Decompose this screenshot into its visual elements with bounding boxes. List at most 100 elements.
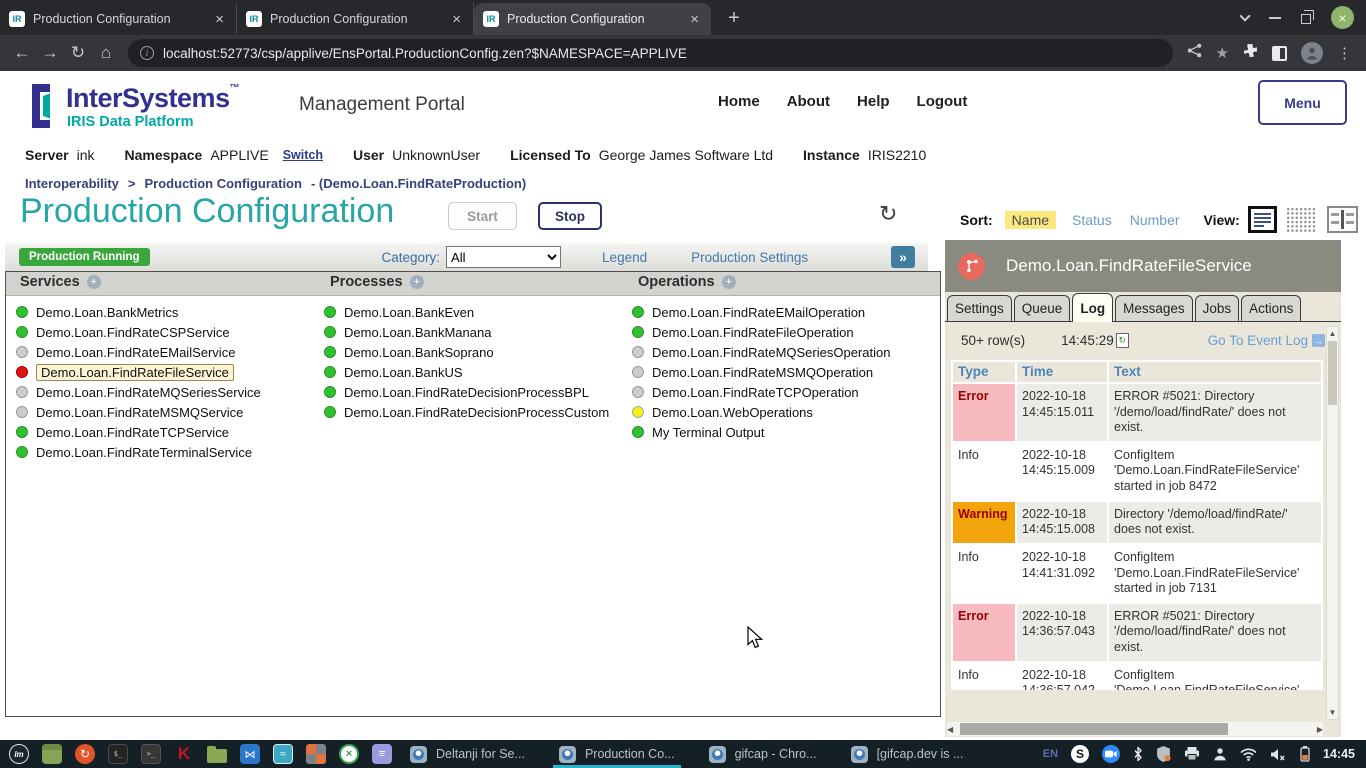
nav-link-home[interactable]: Home [718, 93, 760, 110]
sidebar-icon[interactable] [1272, 46, 1287, 61]
nav-link-about[interactable]: About [787, 93, 830, 110]
tab-queue[interactable]: Queue [1014, 295, 1071, 321]
zoom-icon[interactable] [1102, 745, 1120, 763]
config-item[interactable]: Demo.Loan.FindRateEMailOperation [632, 302, 890, 322]
config-item[interactable]: Demo.Loan.FindRateFileService [16, 362, 261, 382]
update-manager-icon[interactable]: ↻ [75, 744, 95, 764]
go-to-event-log-link[interactable]: Go To Event Log → [1208, 333, 1325, 348]
config-item[interactable]: Demo.Loan.FindRateFileOperation [632, 322, 890, 342]
config-item[interactable]: Demo.Loan.BankEven [324, 302, 609, 322]
address-bar[interactable]: i localhost:52773/csp/applive/EnsPortal.… [128, 39, 1173, 67]
forward-button[interactable]: → [36, 39, 64, 67]
legend-link[interactable]: Legend [602, 250, 647, 265]
extensions-puzzle-icon[interactable] [1243, 43, 1258, 63]
keyboard-layout-indicator[interactable]: EN [1043, 748, 1058, 760]
wifi-icon[interactable] [1240, 748, 1257, 761]
view-list-button[interactable] [1248, 206, 1277, 233]
mint-menu-icon[interactable]: lm [9, 744, 29, 764]
firewall-shield-icon[interactable] [1156, 746, 1171, 762]
files-icon[interactable] [42, 744, 62, 764]
user-accounts-icon[interactable] [1213, 747, 1227, 761]
add-services-button[interactable]: + [87, 275, 101, 289]
horizontal-scrollbar[interactable]: ◀ ▶ [947, 722, 1323, 736]
auto-refresh-spinner-icon[interactable]: ↻ [879, 201, 897, 227]
config-item[interactable]: Demo.Loan.FindRateDecisionProcessBPL [324, 382, 609, 402]
bluetooth-icon[interactable] [1133, 746, 1143, 762]
new-tab-button[interactable]: + [719, 3, 749, 33]
browser-menu-icon[interactable]: ⋮ [1337, 44, 1352, 62]
sort-option-number[interactable]: Number [1130, 212, 1180, 228]
config-item[interactable]: Demo.Loan.FindRateEMailService [16, 342, 261, 362]
vscode-icon[interactable]: ⋈ [240, 744, 260, 764]
tab-messages[interactable]: Messages [1115, 295, 1193, 321]
tab-close-icon[interactable]: × [687, 12, 702, 27]
nav-link-help[interactable]: Help [857, 93, 890, 110]
config-item[interactable]: Demo.Loan.BankSoprano [324, 342, 609, 362]
minimize-button[interactable] [1269, 17, 1281, 19]
production-settings-link[interactable]: Production Settings [691, 250, 808, 265]
scroll-left-arrow[interactable]: ◀ [947, 723, 953, 736]
view-split-button[interactable] [1327, 206, 1358, 233]
vertical-scrollbar[interactable]: ▲ ▼ [1326, 326, 1339, 720]
config-item[interactable]: My Terminal Output [632, 422, 890, 442]
battery-icon[interactable] [1300, 746, 1310, 762]
taskbar-window-button[interactable]: Deltanji for Se... [408, 740, 527, 768]
config-item[interactable]: Demo.Loan.FindRateTCPService [16, 422, 261, 442]
config-item[interactable]: Demo.Loan.WebOperations [632, 402, 890, 422]
config-item[interactable]: Demo.Loan.FindRateMSMQService [16, 402, 261, 422]
url-text[interactable]: localhost:52773/csp/applive/EnsPortal.Pr… [163, 46, 687, 61]
tab-settings[interactable]: Settings [947, 295, 1012, 321]
config-item[interactable]: Demo.Loan.BankUS [324, 362, 609, 382]
close-window-button[interactable]: × [1331, 6, 1354, 29]
back-button[interactable]: ← [8, 39, 36, 67]
nav-link-logout[interactable]: Logout [917, 93, 968, 110]
vertical-scroll-thumb[interactable] [1328, 341, 1337, 405]
tab-jobs[interactable]: Jobs [1195, 295, 1240, 321]
browser-tab[interactable]: IRProduction Configuration× [0, 3, 237, 35]
scroll-right-arrow[interactable]: ▶ [1317, 723, 1323, 736]
tab-search-chevron-icon[interactable] [1239, 10, 1250, 21]
tab-actions[interactable]: Actions [1241, 295, 1301, 321]
share-icon[interactable] [1187, 43, 1202, 63]
horizontal-scroll-thumb[interactable] [960, 723, 1228, 735]
category-select[interactable]: All [446, 246, 561, 268]
volume-muted-icon[interactable] [1270, 748, 1287, 761]
sort-option-status[interactable]: Status [1072, 212, 1112, 228]
config-item[interactable]: Demo.Loan.FindRateTerminalService [16, 442, 261, 462]
krita-icon[interactable]: K [174, 744, 194, 764]
config-item[interactable]: Demo.Loan.FindRateMQSeriesOperation [632, 342, 890, 362]
breadcrumb-interoperability-link[interactable]: Interoperability [25, 176, 119, 191]
reload-button[interactable]: ↻ [64, 39, 92, 67]
restore-button[interactable] [1301, 14, 1311, 24]
config-item[interactable]: Demo.Loan.FindRateMQSeriesService [16, 382, 261, 402]
notes-icon[interactable]: ≡ [372, 744, 392, 764]
config-item[interactable]: Demo.Loan.BankMetrics [16, 302, 261, 322]
folder-icon[interactable] [207, 749, 227, 763]
home-button[interactable]: ⌂ [92, 39, 120, 67]
sort-option-name[interactable]: Name [1005, 211, 1056, 229]
tab-close-icon[interactable]: × [449, 12, 464, 27]
taskbar-window-button[interactable]: Production Co... [557, 740, 677, 768]
taskbar-window-button[interactable]: gifcap - Chro... [707, 740, 819, 768]
tab-log[interactable]: Log [1072, 293, 1113, 322]
scroll-down-arrow[interactable]: ▼ [1329, 706, 1337, 719]
refresh-log-icon[interactable]: ↻ [1116, 333, 1129, 348]
spreadsheet-icon[interactable]: × [339, 744, 359, 764]
menu-button[interactable]: Menu [1258, 80, 1347, 125]
skype-icon[interactable]: S [1071, 745, 1089, 763]
bookmark-star-icon[interactable]: ★ [1216, 44, 1229, 62]
tab-close-icon[interactable]: × [212, 12, 227, 27]
config-item[interactable]: Demo.Loan.FindRateMSMQOperation [632, 362, 890, 382]
config-item[interactable]: Demo.Loan.FindRateCSPService [16, 322, 261, 342]
system-monitor-icon[interactable]: ≈ [273, 744, 293, 764]
browser-tab[interactable]: IRProduction Configuration× [237, 3, 474, 35]
profile-avatar[interactable] [1301, 42, 1323, 64]
config-item[interactable]: Demo.Loan.FindRateTCPOperation [632, 382, 890, 402]
browser-tab[interactable]: IRProduction Configuration× [474, 3, 711, 35]
site-info-icon[interactable]: i [140, 46, 154, 60]
taskbar-window-button[interactable]: [gifcap.dev is ... [849, 740, 966, 768]
stop-button[interactable]: Stop [538, 202, 602, 230]
terminal-icon[interactable]: $_ [108, 744, 128, 764]
start-button[interactable]: Start [448, 202, 517, 230]
terminal-root-icon[interactable]: >_ [141, 744, 161, 764]
